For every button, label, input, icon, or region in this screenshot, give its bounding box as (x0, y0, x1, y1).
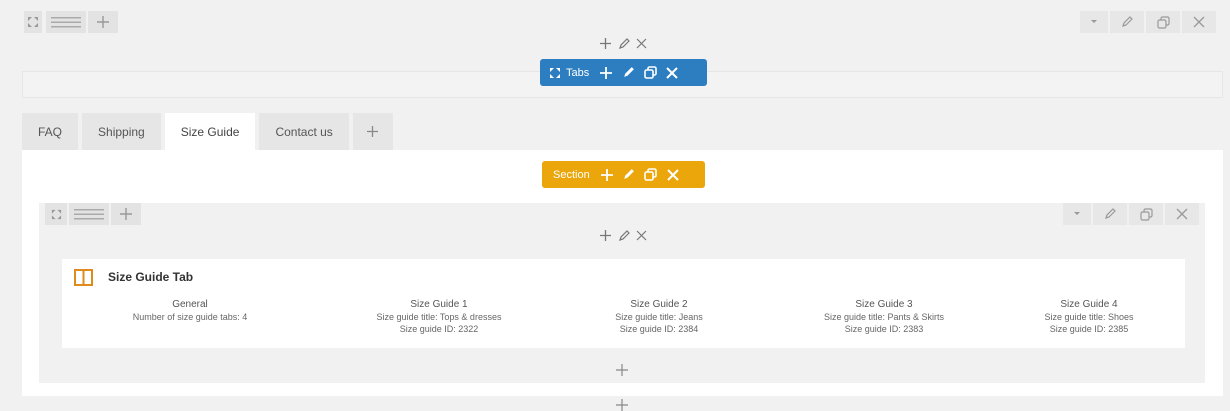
add-icon[interactable] (595, 62, 617, 84)
add-row-button[interactable] (88, 11, 118, 33)
pencil-icon (1105, 208, 1116, 219)
drag-handle-icon[interactable] (69, 203, 109, 225)
pencil-icon[interactable] (617, 62, 639, 84)
drag-handle-icon[interactable] (46, 11, 86, 33)
duplicate-row-button[interactable] (1146, 11, 1180, 33)
column-line: Size guide title: Shoes (1044, 312, 1134, 322)
pencil-icon[interactable] (618, 37, 630, 50)
add-tab-button[interactable] (352, 113, 393, 150)
close-icon (1176, 208, 1188, 220)
column-line: Size guide title: Jeans (615, 312, 703, 322)
tabs-element-label: Tabs (566, 66, 590, 79)
add-module-button[interactable] (615, 363, 629, 382)
add-icon[interactable] (596, 164, 618, 186)
add-inner-row-button[interactable] (111, 203, 141, 225)
expand-icon[interactable] (544, 62, 566, 84)
add-icon (616, 364, 628, 376)
duplicate-inner-row-button[interactable] (1129, 203, 1163, 225)
add-icon (97, 16, 109, 28)
close-icon[interactable] (636, 230, 647, 241)
tab-faq[interactable]: FAQ (22, 113, 79, 150)
inner-row-controls-right (1063, 203, 1199, 225)
edit-row-button[interactable] (1110, 11, 1144, 33)
tab-shipping[interactable]: Shipping (82, 113, 161, 150)
column-line: Number of size guide tabs: 4 (132, 312, 248, 322)
module-column-size-guide-1: Size Guide 1 Size guide title: Tops & dr… (339, 299, 539, 335)
module-column-general: General Number of size guide tabs: 4 (100, 299, 280, 323)
module-title: Size Guide Tab (108, 270, 194, 284)
close-icon (1193, 16, 1205, 28)
pencil-icon[interactable] (618, 164, 640, 186)
duplicate-icon (1139, 207, 1153, 221)
section-element-toolbar: Section (542, 161, 705, 188)
module-column-size-guide-2: Size Guide 2 Size guide title: Jeans Siz… (579, 299, 739, 335)
duplicate-icon (1156, 15, 1170, 29)
column-line: Size guide ID: 2383 (844, 324, 924, 334)
page-builder-canvas: Tabs FAQ Shipping Size Guide Contact us … (0, 0, 1230, 411)
add-icon (120, 208, 132, 220)
inner-column-mini-toolbar (599, 229, 647, 242)
pencil-icon (1122, 16, 1133, 27)
column-heading: Size Guide 3 (855, 299, 913, 310)
expand-icon[interactable] (24, 11, 42, 33)
close-icon[interactable] (662, 164, 684, 186)
module-column-size-guide-4: Size Guide 4 Size guide title: Shoes Siz… (1009, 299, 1169, 335)
column-heading: Size Guide 1 (410, 299, 468, 310)
tabs-element-toolbar: Tabs (540, 59, 707, 86)
edit-inner-row-button[interactable] (1093, 203, 1127, 225)
add-element-button[interactable] (615, 398, 629, 411)
column-line: Size guide ID: 2385 (1049, 324, 1129, 334)
duplicate-icon[interactable] (639, 62, 661, 84)
expand-icon[interactable] (45, 203, 67, 225)
column-line: Size guide title: Pants & Skirts (823, 312, 945, 322)
add-icon (367, 126, 379, 137)
close-icon[interactable] (636, 38, 647, 49)
column-mini-toolbar (599, 37, 647, 50)
row-controls-left (24, 11, 118, 33)
add-icon[interactable] (599, 37, 612, 50)
column-line: Size guide ID: 2322 (399, 324, 479, 334)
section-element-label: Section (553, 168, 590, 181)
inner-row-controls-left (45, 203, 141, 225)
delete-row-button[interactable] (1182, 11, 1216, 33)
column-heading: General (172, 299, 208, 310)
column-line: Size guide title: Tops & dresses (376, 312, 502, 322)
tab-contact-us[interactable]: Contact us (259, 113, 349, 150)
tab-size-guide[interactable]: Size Guide (164, 113, 256, 150)
close-icon[interactable] (661, 62, 683, 84)
row-controls-right (1080, 11, 1216, 33)
add-icon[interactable] (599, 229, 612, 242)
tabs-nav: FAQ Shipping Size Guide Contact us (22, 113, 397, 150)
module-column-size-guide-3: Size Guide 3 Size guide title: Pants & S… (784, 299, 984, 335)
columns-icon (74, 269, 93, 291)
chevron-down-icon[interactable] (1080, 11, 1108, 33)
pencil-icon[interactable] (618, 229, 630, 242)
column-line: Size guide ID: 2384 (619, 324, 699, 334)
chevron-down-icon[interactable] (1063, 203, 1091, 225)
add-icon (616, 399, 628, 411)
column-heading: Size Guide 4 (1060, 299, 1118, 310)
column-heading: Size Guide 2 (630, 299, 688, 310)
duplicate-icon[interactable] (640, 164, 662, 186)
delete-inner-row-button[interactable] (1165, 203, 1199, 225)
